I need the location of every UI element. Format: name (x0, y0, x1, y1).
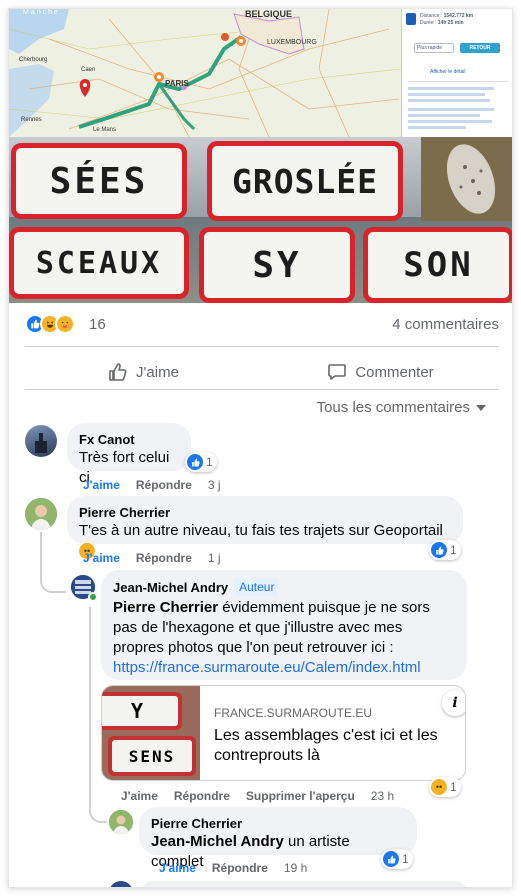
comment-author[interactable]: Pierre Cherrier (79, 504, 451, 521)
duration-value: 14h 25 min (437, 20, 464, 26)
distance-value: 1542.772 km (443, 13, 474, 19)
comment-bubble: Pierre Cherrier Jean-Michel Andry un art… (139, 807, 417, 870)
comment-link[interactable]: https://france.surmaroute.eu/Calem/index… (113, 659, 421, 676)
comment-mention[interactable]: Pierre Cherrier (113, 599, 218, 616)
post-photo-collage[interactable]: BELGIQUE LUXEMBOURG PARIS Le Mans Manche… (9, 9, 512, 303)
comment-meta: J'aime Répondre Supprimer l'aperçu 23 h (121, 789, 394, 803)
comment-reaction-badge[interactable]: 1 (429, 540, 461, 560)
comment-meta: J'aime Répondre 3 j (83, 478, 221, 492)
comment-author[interactable]: Fx Canot (79, 431, 179, 448)
comment-meta: J'aime Répondre 1 j (83, 551, 221, 565)
comment-like-link[interactable]: J'aime (83, 478, 120, 492)
comment-text: T'es à un autre niveau, tu fais tes traj… (79, 522, 443, 539)
sign-sees: SÉES (11, 143, 187, 219)
map-label-rennes: Rennes (21, 117, 42, 123)
link-preview-title: Les assemblages c'est ici et les contrep… (214, 727, 438, 764)
like-button[interactable]: J'aime (25, 354, 262, 390)
link-preview-thumbnail: Y SENS (102, 686, 200, 780)
divider (25, 346, 499, 347)
thread-line (40, 532, 42, 567)
comment-reply-link[interactable]: Répondre (136, 551, 192, 565)
document-icon (406, 13, 416, 25)
reaction-count[interactable]: 16 (89, 316, 106, 333)
retour-button: RETOUR (460, 43, 500, 53)
reaction-emojis[interactable] (25, 314, 75, 334)
comment-bubble: Pierre Cherrier T'es à un autre niveau, … (67, 496, 463, 560)
comment-reaction-badge[interactable]: •• 1 (429, 777, 461, 797)
comments-count[interactable]: 4 commentaires (392, 316, 499, 333)
caret-down-icon (476, 404, 486, 411)
comment-reaction-badge[interactable]: 1 (185, 452, 217, 472)
sign-son: SON (363, 227, 512, 303)
map-label-le-mans: Le Mans (93, 127, 117, 133)
comment-bubble: Jean-Michel Andry Auteur Pierre Cherrier… (101, 570, 467, 680)
divider (25, 389, 499, 390)
map-label-paris: PARIS (165, 79, 189, 88)
avatar-pierre-cherrier[interactable] (109, 810, 133, 834)
comment-reaction-badge[interactable]: 1 (381, 849, 413, 869)
panel-note (408, 87, 504, 129)
author-badge: Auteur (234, 578, 280, 596)
comment-time[interactable]: 23 h (371, 789, 394, 803)
thread-line (89, 607, 91, 797)
comment-bubble-partial (139, 881, 469, 887)
comment-label: Commenter (355, 363, 434, 381)
link-preview-domain: FRANCE.SURMAROUTE.EU (214, 706, 373, 720)
comment-time[interactable]: 1 j (208, 551, 221, 565)
comment-author[interactable]: Jean-Michel Andry (113, 579, 228, 596)
map-label-caen: Caen (81, 67, 96, 73)
comment-filter-dropdown[interactable]: Tous les commentaires (317, 399, 486, 416)
sign-groslee: GROSLÉE (207, 141, 403, 221)
like-reaction-icon (431, 542, 447, 558)
map-label-belgique: BELGIQUE (245, 9, 293, 19)
comment-like-link[interactable]: J'aime (121, 789, 158, 803)
map-label-luxembourg: LUXEMBOURG (267, 39, 317, 46)
thread-connector (40, 565, 66, 593)
comment-time[interactable]: 19 h (284, 861, 307, 875)
duration-label: Durée : (420, 20, 437, 26)
comment-reply-link[interactable]: Répondre (212, 861, 268, 875)
map-label-cherbourg: Cherbourg (19, 57, 48, 63)
comment-reply-link[interactable]: Répondre (136, 478, 192, 492)
like-reaction-icon (187, 454, 203, 470)
comment-reply-link[interactable]: Répondre (174, 789, 230, 803)
comment-button[interactable]: Commenter (262, 354, 499, 390)
online-status-dot (88, 592, 98, 602)
comment-bubble: Fx Canot Très fort celui ci (67, 423, 191, 486)
town-signs-image: SÉES GROSLÉE SCEAUX SY SON (9, 137, 512, 303)
sign-sy: SY (199, 227, 355, 303)
route-info-panel: Distance : 1542.772 km Durée : 14h 25 mi… (401, 9, 512, 137)
sign-sceaux: SCEAUX (9, 227, 189, 299)
comment-mention[interactable]: Jean-Michel Andry (151, 833, 284, 850)
comment-like-link[interactable]: J'aime (83, 551, 120, 565)
thumbs-up-icon (109, 363, 127, 381)
comment-author[interactable]: Pierre Cherrier (151, 815, 405, 832)
comment-meta: J'aime Répondre 19 h (159, 861, 307, 875)
like-label: J'aime (136, 363, 179, 381)
mode-select: Plus rapide (414, 43, 454, 53)
avatar-pierre-cherrier[interactable] (25, 498, 57, 530)
comment-icon (328, 364, 347, 380)
reactions-summary: 16 4 commentaires (25, 314, 499, 336)
comment-filter-label: Tous les commentaires (316, 399, 470, 416)
route-map-image: BELGIQUE LUXEMBOURG PARIS Le Mans Manche… (9, 9, 401, 137)
wow-reaction-icon: •• (431, 779, 447, 795)
like-reaction-icon (383, 851, 399, 867)
info-icon[interactable]: i (442, 690, 465, 716)
map-label-manche: Manche (23, 9, 60, 16)
post-card: BELGIQUE LUXEMBOURG PARIS Le Mans Manche… (8, 8, 513, 888)
comment-like-link[interactable]: J'aime (159, 861, 196, 875)
distance-label: Distance : (420, 13, 443, 19)
care-reaction-icon (55, 314, 75, 334)
wall-photo (421, 137, 512, 221)
detail-link: Afficher le détail (430, 69, 466, 75)
post-actions: J'aime Commenter (25, 354, 499, 390)
comment-time[interactable]: 3 j (208, 478, 221, 492)
link-preview-card[interactable]: Y SENS FRANCE.SURMAROUTE.EU Les assembla… (101, 685, 466, 781)
avatar-partial[interactable] (109, 881, 133, 887)
remove-preview-link[interactable]: Supprimer l'aperçu (246, 789, 355, 803)
thread-connector (89, 795, 107, 823)
avatar-fx-canot[interactable] (25, 425, 57, 457)
